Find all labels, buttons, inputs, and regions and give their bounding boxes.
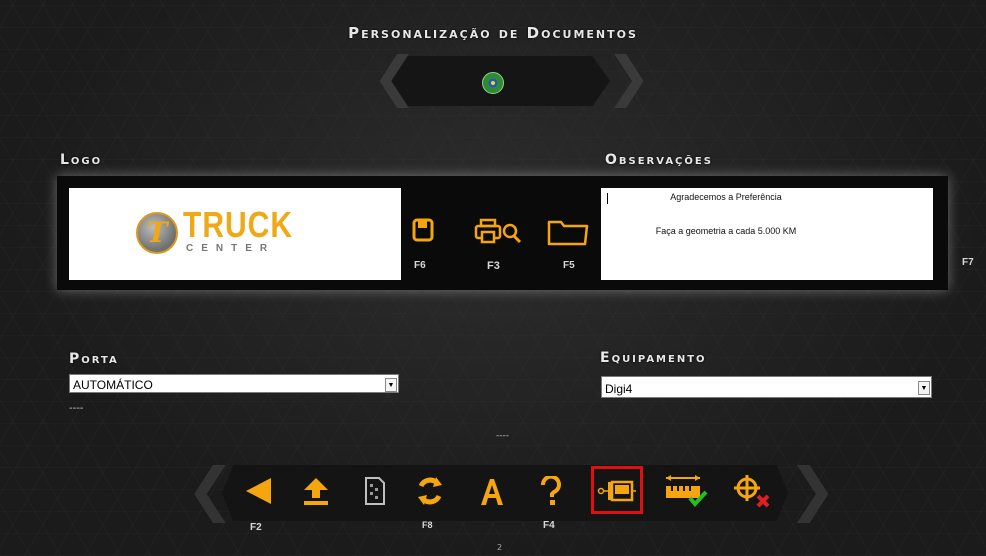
equipment-config-icon[interactable]: [597, 478, 637, 508]
open-key-label: F5: [563, 260, 575, 271]
chevron-down-icon[interactable]: ▼: [918, 381, 930, 395]
folder-icon[interactable]: [547, 218, 589, 250]
ruler-check-icon[interactable]: [664, 474, 710, 512]
print-preview-icon[interactable]: [474, 218, 524, 250]
back-key-label: F2: [250, 522, 262, 533]
target-cancel-icon[interactable]: [731, 474, 773, 512]
port-label: Porta: [69, 351, 119, 367]
save-key-label: F6: [414, 260, 426, 271]
equipment-selected-value: Digi4: [605, 382, 633, 396]
save-icon[interactable]: [412, 218, 434, 246]
truck-center-emblem-icon: [136, 212, 178, 254]
equipment-label: Equipamento: [600, 350, 707, 366]
help-key-label: F4: [543, 520, 555, 531]
refresh-key-label: F8: [422, 520, 433, 530]
font-icon[interactable]: [478, 476, 506, 510]
chevron-down-icon[interactable]: ▼: [385, 378, 397, 392]
center-status-text: ----: [496, 431, 509, 441]
upload-icon[interactable]: [302, 476, 330, 510]
document-icon[interactable]: [364, 476, 386, 510]
language-next-chevron[interactable]: ❯: [606, 50, 651, 104]
logo-subtitle: CENTER: [186, 243, 276, 254]
observation-line-2: Faça a geometria a cada 5.000 KM: [655, 226, 797, 236]
page-title: Personalização de Documentos: [348, 24, 638, 42]
port-status-text: ----: [69, 403, 84, 414]
logo-label: Logo: [60, 152, 103, 168]
help-icon[interactable]: [540, 474, 562, 510]
toolbar-next-chevron[interactable]: ❯: [788, 460, 837, 518]
brazil-flag-icon[interactable]: [482, 72, 504, 94]
language-prev-chevron[interactable]: ❮: [372, 50, 417, 104]
logo-wordmark: TRUCK: [183, 205, 293, 246]
page-number: 2: [497, 543, 503, 552]
port-selected-value: AUTOMÁTICO: [73, 378, 153, 392]
toolbar-prev-chevron[interactable]: ❮: [186, 460, 235, 518]
back-arrow-icon[interactable]: [243, 476, 273, 510]
observations-label: Observações: [605, 152, 713, 168]
equipment-select[interactable]: Digi4 ▼: [601, 376, 932, 398]
refresh-icon[interactable]: [416, 476, 444, 510]
f7-key-label: F7: [962, 257, 974, 268]
print-preview-key-label: F3: [487, 260, 500, 272]
port-select[interactable]: AUTOMÁTICO ▼: [69, 374, 399, 393]
observation-line-1: Agradecemos a Preferência: [670, 192, 782, 202]
